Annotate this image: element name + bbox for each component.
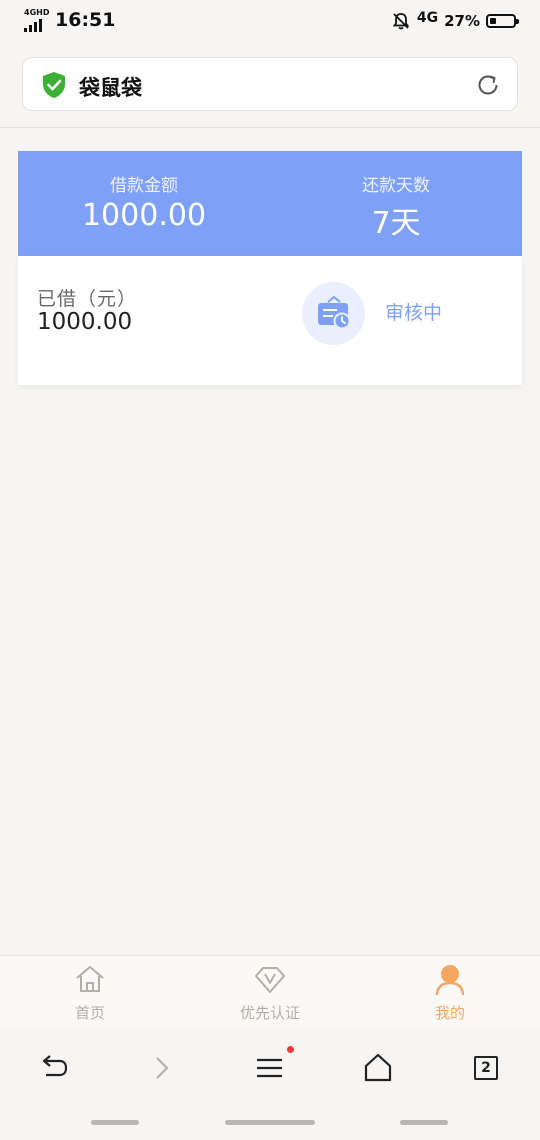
loan-status-card[interactable]: 已借（元） 1000.00 审核中 bbox=[18, 256, 522, 385]
page-title: 袋鼠袋 bbox=[79, 76, 142, 100]
loan-amount-label: 借款金额 bbox=[110, 176, 178, 196]
header-divider bbox=[0, 127, 540, 128]
battery-icon bbox=[486, 14, 519, 28]
network-tag: 4GHD bbox=[24, 8, 50, 17]
gesture-bar-center bbox=[225, 1120, 315, 1125]
address-bar[interactable]: 袋鼠袋 bbox=[22, 57, 518, 111]
tab-priority-verify[interactable]: 优先认证 bbox=[180, 956, 360, 1029]
battery-percent: 27% bbox=[444, 12, 480, 30]
borrowed-label: 已借（元） bbox=[37, 288, 138, 310]
user-icon bbox=[435, 965, 465, 995]
status-time: 16:51 bbox=[55, 9, 116, 31]
gesture-bar-left bbox=[91, 1120, 139, 1125]
tabs-icon[interactable]: 2 bbox=[474, 1056, 498, 1080]
signal-icon: 4GHD bbox=[24, 8, 50, 32]
repay-days-label: 还款天数 bbox=[362, 176, 430, 196]
tab-home-label: 首页 bbox=[74, 1004, 105, 1022]
vip-diamond-icon bbox=[255, 967, 285, 993]
shield-check-icon bbox=[43, 72, 65, 98]
review-clock-icon bbox=[302, 282, 365, 345]
status-bar: 4GHD 16:51 4G 27% bbox=[0, 0, 540, 44]
repay-days-value: 7天 bbox=[371, 206, 421, 241]
notification-dot bbox=[287, 1046, 294, 1053]
loan-summary-card: 借款金额 1000.00 还款天数 7天 bbox=[18, 151, 522, 256]
bottom-tab-bar: 首页 优先认证 我的 bbox=[0, 955, 540, 1028]
tab-mine-label: 我的 bbox=[434, 1004, 465, 1022]
menu-icon[interactable] bbox=[252, 1050, 288, 1086]
review-status-text: 审核中 bbox=[385, 302, 443, 324]
forward-icon[interactable] bbox=[144, 1050, 180, 1086]
borrowed-value: 1000.00 bbox=[37, 309, 133, 335]
home-icon bbox=[76, 966, 104, 992]
loan-amount-value: 1000.00 bbox=[81, 198, 207, 233]
tab-priority-verify-label: 优先认证 bbox=[239, 1004, 300, 1022]
tab-mine[interactable]: 我的 bbox=[360, 956, 540, 1029]
reload-icon[interactable] bbox=[475, 72, 501, 98]
loan-amount-block: 借款金额 1000.00 bbox=[18, 151, 270, 233]
bell-muted-icon bbox=[392, 13, 410, 30]
browser-toolbar: 2 bbox=[0, 1028, 540, 1140]
gesture-bar-right bbox=[400, 1120, 448, 1125]
network-type: 4G bbox=[416, 10, 439, 26]
browser-home-icon[interactable] bbox=[360, 1050, 396, 1086]
tab-home[interactable]: 首页 bbox=[0, 956, 180, 1029]
repay-days-block: 还款天数 7天 bbox=[270, 151, 522, 242]
back-icon[interactable] bbox=[36, 1050, 72, 1086]
